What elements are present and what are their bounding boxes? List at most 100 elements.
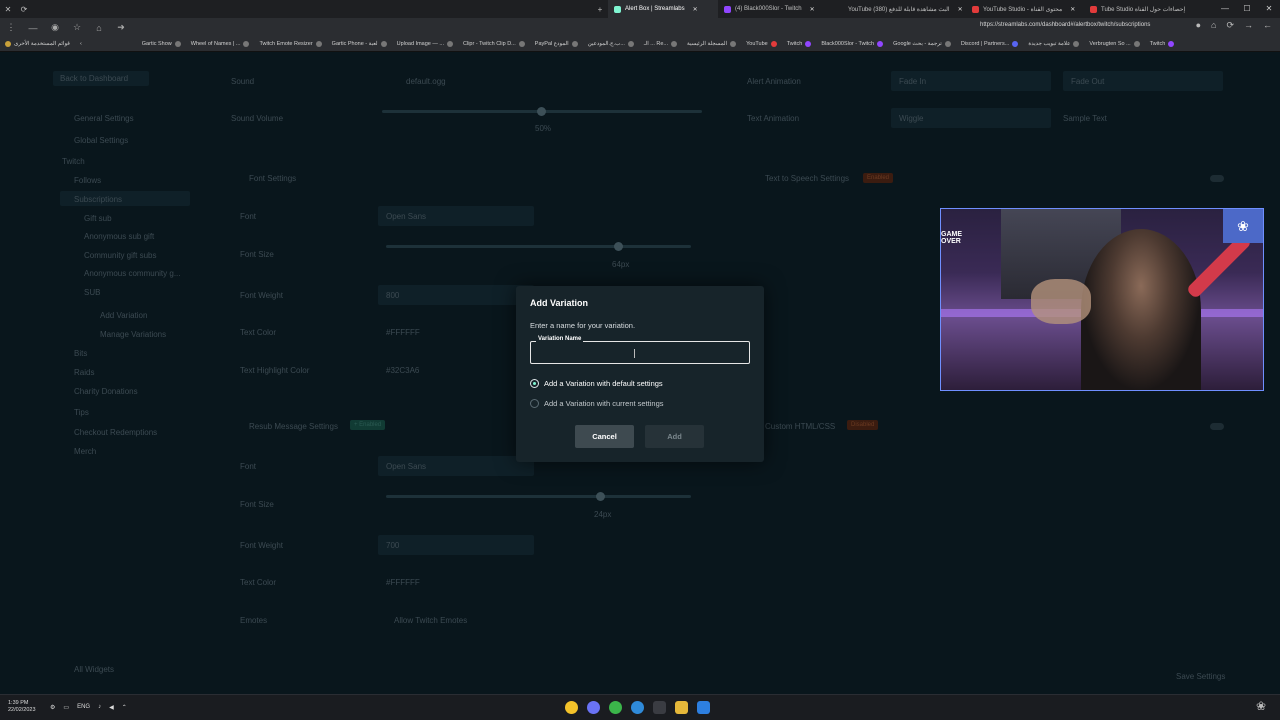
- radio-default-settings[interactable]: Add a Variation with default settings: [530, 379, 663, 388]
- custom-html-badge[interactable]: Disabled: [847, 420, 879, 430]
- text-highlight-input[interactable]: #32C3A6: [386, 366, 419, 375]
- bookmark-item[interactable]: Upload Image — ...: [392, 41, 458, 47]
- profile-icon[interactable]: ●: [1196, 20, 1201, 31]
- font-size-slider[interactable]: [386, 242, 691, 251]
- browser-menu-icon[interactable]: ⋮: [0, 22, 22, 33]
- close-tab-icon[interactable]: ✕: [958, 6, 963, 13]
- bookmark-item[interactable]: Wheel of Names | ...: [186, 41, 255, 47]
- font-weight-select[interactable]: [378, 285, 534, 305]
- sidebar-item-anon-community-gift[interactable]: Anonymous community g...: [84, 269, 180, 278]
- close-tab-icon[interactable]: ✕: [1070, 6, 1075, 13]
- sidebar-item-global-settings[interactable]: Global Settings: [74, 136, 128, 145]
- all-widgets-link[interactable]: All Widgets: [74, 665, 114, 674]
- bookmark-item[interactable]: Twitch: [1145, 41, 1180, 47]
- resub-font-weight-select[interactable]: [378, 535, 534, 555]
- sidebar-item-charity[interactable]: Charity Donations: [74, 387, 138, 396]
- sidebar-item-gift-sub[interactable]: Gift sub: [84, 214, 112, 223]
- microphone-icon[interactable]: ♪: [98, 704, 101, 711]
- radio-unselected-icon[interactable]: [530, 399, 539, 408]
- app-icon-chrome[interactable]: [609, 701, 622, 714]
- sound-volume-slider[interactable]: [382, 107, 702, 116]
- bookmark-item[interactable]: Twitch: [782, 41, 817, 47]
- taskbar-clock[interactable]: 1:39 PM 22/02/2023: [8, 700, 36, 714]
- tab-youtube-studio[interactable]: YouTube Studio - محتوى القناة ✕: [966, 0, 1084, 18]
- windows-start-icon[interactable]: [697, 701, 710, 714]
- save-settings-button[interactable]: Save Settings: [1176, 672, 1225, 681]
- new-tab-icon[interactable]: +: [592, 5, 608, 14]
- close-tab-icon[interactable]: ✕: [693, 6, 698, 13]
- cancel-button[interactable]: Cancel: [575, 425, 634, 448]
- bookmark-item[interactable]: PayPal المودع: [530, 41, 583, 47]
- bookmark-item[interactable]: Clipr - Twitch Clip D...: [458, 41, 530, 47]
- tab-youtube-live[interactable]: YouTube (380) البث مشاهدة قابلة للدفع ✕: [838, 0, 966, 18]
- sidebar-item-raids[interactable]: Raids: [74, 368, 94, 377]
- bookmark-item[interactable]: Twitch Emote Resizer: [254, 41, 326, 47]
- close-icon[interactable]: ✕: [1258, 0, 1280, 18]
- minimize-browser-icon[interactable]: —: [22, 23, 44, 33]
- sidebar-item-bits[interactable]: Bits: [74, 349, 87, 358]
- tts-toggle[interactable]: [1210, 175, 1224, 182]
- custom-html-toggle[interactable]: [1210, 423, 1224, 430]
- close-window-icon[interactable]: ✕: [0, 5, 16, 14]
- tab-youtube-analytics[interactable]: Tube Studio إحصاءات حول القناة: [1084, 0, 1194, 18]
- allow-emotes-checkbox[interactable]: Allow Twitch Emotes: [394, 616, 467, 625]
- radio-selected-icon[interactable]: [530, 379, 539, 388]
- resub-text-color-input[interactable]: #FFFFFF: [386, 578, 420, 587]
- display-icon[interactable]: ▭: [63, 704, 69, 711]
- tab-alert-box[interactable]: Alert Box | Streamlabs ✕: [608, 0, 718, 18]
- forward-icon[interactable]: →: [1244, 20, 1253, 31]
- sound-select[interactable]: default.ogg: [406, 77, 446, 86]
- resub-enabled-badge[interactable]: + Enabled: [350, 420, 386, 430]
- variation-name-input[interactable]: [531, 342, 749, 363]
- sidebar-item-checkout[interactable]: Checkout Redemptions: [74, 428, 157, 437]
- chevron-left-icon[interactable]: ‹: [75, 41, 87, 47]
- language-indicator[interactable]: ENG: [77, 704, 90, 711]
- sidebar-item-general-settings[interactable]: General Settings: [74, 114, 134, 123]
- variation-name-field[interactable]: Variation Name: [530, 336, 750, 364]
- app-icon-capcut[interactable]: [653, 701, 666, 714]
- add-button[interactable]: Add: [645, 425, 704, 448]
- sidebar-item-follows[interactable]: Follows: [74, 176, 101, 185]
- extensions-icon[interactable]: ◉: [44, 22, 66, 33]
- sidebar-item-add-variation[interactable]: Add Variation: [100, 311, 147, 320]
- tab-twitch[interactable]: (4) Black000Slor - Twitch ✕: [718, 0, 838, 18]
- text-color-input[interactable]: #FFFFFF: [386, 328, 420, 337]
- sidebar-item-community-gift[interactable]: Community gift subs: [84, 251, 156, 260]
- bookmark-star-icon[interactable]: ☆: [66, 22, 88, 33]
- resub-font-size-slider[interactable]: [386, 492, 691, 501]
- sidebar-item-anon-sub-gift[interactable]: Anonymous sub gift: [84, 232, 154, 241]
- bookmark-item[interactable]: Gartic Phone - لعبة: [327, 41, 392, 47]
- notifications-icon[interactable]: ⚙: [50, 704, 55, 711]
- app-icon-edge[interactable]: [631, 701, 644, 714]
- reload-icon[interactable]: ⟳: [1226, 20, 1234, 31]
- forward-icon[interactable]: ➜: [110, 22, 132, 33]
- minimize-icon[interactable]: —: [1214, 0, 1236, 18]
- bookmark-other-folder[interactable]: قوائم المستخدمة الأخرى: [0, 41, 75, 47]
- home-icon[interactable]: ⌂: [1211, 20, 1216, 31]
- close-tab-icon[interactable]: ✕: [810, 6, 815, 13]
- back-icon[interactable]: ←: [1263, 20, 1272, 31]
- tts-badge[interactable]: Enabled: [863, 173, 894, 183]
- sidebar-item-sub[interactable]: SUB: [84, 288, 100, 297]
- bookmark-item[interactable]: Verbrugten So ...: [1084, 41, 1144, 47]
- home-icon[interactable]: ⌂: [88, 23, 110, 33]
- bookmark-item[interactable]: ب.ج.المودعين...: [583, 41, 639, 47]
- bookmark-item[interactable]: المسجلة الرئيسية: [682, 41, 741, 47]
- app-icon-streamlabs[interactable]: [565, 701, 578, 714]
- bookmark-item[interactable]: Black000Slor - Twitch: [816, 41, 888, 47]
- radio-current-settings[interactable]: Add a Variation with current settings: [530, 399, 664, 408]
- sidebar-item-merch[interactable]: Merch: [74, 447, 96, 456]
- maximize-icon[interactable]: ☐: [1236, 0, 1258, 18]
- bookmark-item[interactable]: Google ترجمة - بحث: [888, 41, 956, 47]
- volume-icon[interactable]: ◀: [109, 704, 114, 711]
- app-icon-file-explorer[interactable]: [675, 701, 688, 714]
- tray-expand-icon[interactable]: ⌃: [122, 704, 127, 711]
- bookmark-item[interactable]: Discord | Partners...: [956, 41, 1024, 47]
- bookmark-item[interactable]: Gartic Show: [137, 41, 186, 47]
- reload-icon[interactable]: ⟳: [16, 5, 32, 14]
- sidebar-item-manage-variations[interactable]: Manage Variations: [100, 330, 166, 339]
- sidebar-item-twitch[interactable]: Twitch: [62, 157, 85, 166]
- sidebar-item-tips[interactable]: Tips: [74, 408, 89, 417]
- bookmark-item[interactable]: YouTube: [741, 41, 782, 47]
- bookmark-item[interactable]: علامة تبويب جديدة: [1023, 41, 1084, 47]
